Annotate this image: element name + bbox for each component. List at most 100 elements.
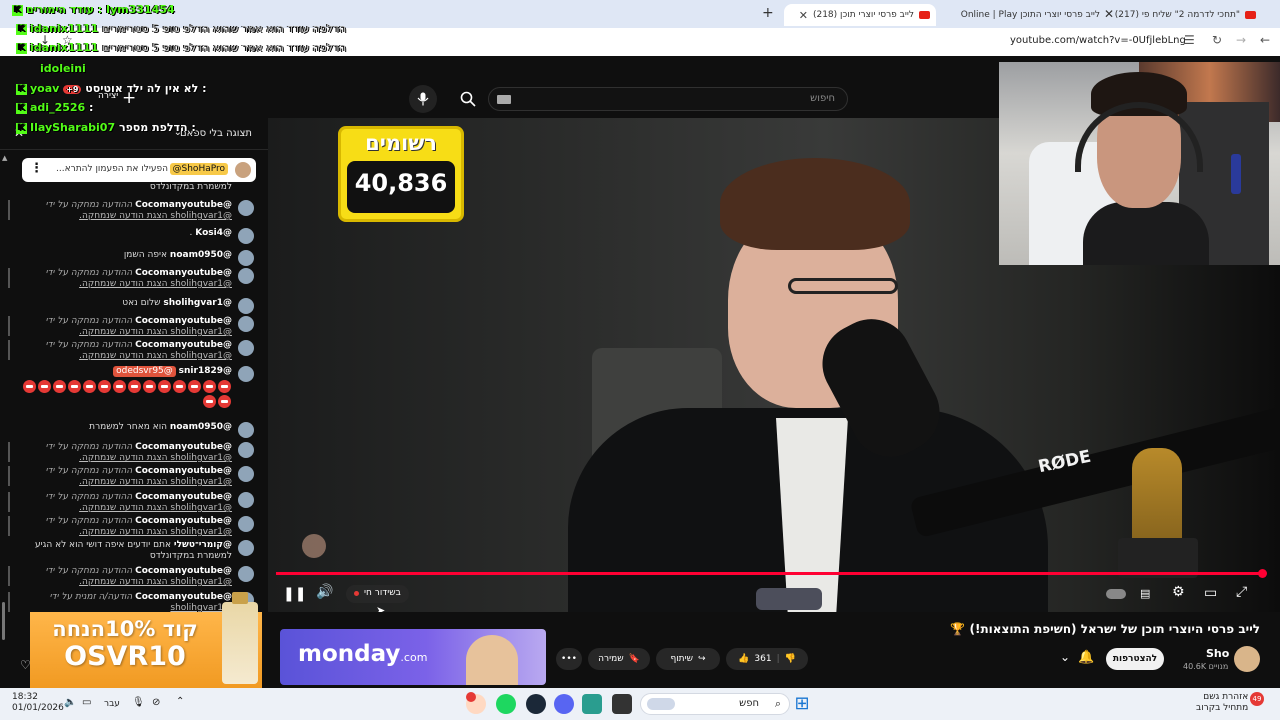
- new-tab-icon[interactable]: +: [762, 5, 774, 21]
- taskbar-search[interactable]: חפש ⌕: [640, 693, 790, 715]
- url-field[interactable]: youtube.com/watch?v=-0UfjlebLng: [1010, 35, 1186, 46]
- chat-author[interactable]: @Kosi4: [195, 228, 232, 238]
- chat-message[interactable]: @קומרי־טשלי אתם יודעים איפה דושי הוא לא …: [16, 540, 254, 562]
- chat-message[interactable]: למשמרת במקדונלדס: [16, 182, 252, 193]
- steam-icon[interactable]: [526, 694, 546, 714]
- browser-tab[interactable]: "תחכי לדרמה 2" שליח פי (217): [1112, 4, 1262, 26]
- sponsored-ad[interactable]: monday.com: [280, 629, 546, 685]
- chat-message[interactable]: @Cocomanyoutube ההודעה נמחקה על ידי @shol…: [8, 442, 254, 464]
- chevron-down-icon[interactable]: ⌄: [1060, 650, 1070, 664]
- chat-author[interactable]: @Cocomanyoutube: [135, 466, 232, 476]
- scrollbar-thumb[interactable]: [2, 602, 5, 640]
- language-indicator[interactable]: עבר: [104, 699, 120, 709]
- channel-name[interactable]: Sho: [1206, 647, 1229, 660]
- chat-message[interactable]: @Cocomanyoutube ההודעה נמחקה על ידי @shol…: [8, 466, 254, 488]
- thumbs-up-icon[interactable]: 👍: [738, 654, 749, 664]
- search-button[interactable]: [454, 85, 482, 113]
- settings-gear-icon[interactable]: ⚙: [1172, 584, 1185, 600]
- heart-icon[interactable]: ♡: [20, 658, 31, 672]
- windows-start-icon[interactable]: ⊞: [792, 694, 812, 714]
- chat-scrollbar[interactable]: ▲: [2, 154, 7, 644]
- browser-tab[interactable]: לייב פרסי יוצרי התוכן Online | Play: [956, 4, 1106, 26]
- chat-author[interactable]: @Cocomanyoutube: [135, 492, 232, 502]
- chat-subtext[interactable]: @sholihgvar1 הצגת הודעה שנמחקה.: [16, 211, 232, 222]
- chat-subtext[interactable]: @sholihgvar1 הצגת הודעה שנמחקה.: [16, 327, 232, 338]
- chat-message[interactable]: @sholihgvar1 שלום נאט: [16, 298, 254, 314]
- forward-icon[interactable]: →: [1236, 33, 1246, 47]
- wifi-off-icon[interactable]: ⊘: [152, 697, 160, 708]
- chat-subtext[interactable]: @sholihgvar1 הצגת הודעה שנמחקה.: [16, 577, 232, 588]
- save-button[interactable]: שמירה 🔖: [588, 648, 650, 670]
- share-button[interactable]: שיתוף ↪: [656, 648, 720, 670]
- tray-chevron-icon[interactable]: ⌃: [176, 696, 184, 707]
- reload-icon[interactable]: ↻: [1212, 33, 1222, 47]
- chat-message[interactable]: @Cocomanyoutube הודעה/ה זמנית על ידי@sho…: [8, 592, 254, 614]
- chat-author[interactable]: @Cocomanyoutube: [135, 268, 232, 278]
- theater-mode-icon[interactable]: ▭: [1204, 585, 1217, 601]
- voice-search-button[interactable]: [409, 85, 437, 113]
- live-progress-bar[interactable]: [276, 572, 1264, 575]
- browser-tab-active[interactable]: לייב פרסי יוצרי תוכן (218) ✕: [784, 4, 936, 26]
- notification-bell-icon[interactable]: 🔔: [1078, 650, 1094, 665]
- chat-author[interactable]: @sholihgvar1: [163, 298, 232, 308]
- chat-message[interactable]: @noam0950 איפה השמן: [16, 250, 254, 266]
- chat-author[interactable]: @Cocomanyoutube: [135, 566, 232, 576]
- volume-icon[interactable]: 🔊: [316, 584, 333, 600]
- discord-icon[interactable]: [554, 694, 574, 714]
- chat-subtext[interactable]: @sholihgvar1 הצגת הודעה שנמחקה.: [16, 503, 232, 514]
- autoplay-toggle[interactable]: [1106, 589, 1126, 599]
- chat-message[interactable]: @Cocomanyoutube ההודעה נמחקה על ידי @shol…: [8, 200, 254, 222]
- chat-message[interactable]: @Cocomanyoutube ההודעה נמחקה על ידי @shol…: [8, 268, 254, 290]
- scroll-up-icon[interactable]: ▲: [2, 154, 7, 162]
- pinned-message[interactable]: @ShoHaPro ...הפעילו את הפעמון להתרא ⋮: [22, 158, 256, 182]
- live-badge[interactable]: בשידור חי: [346, 585, 409, 603]
- keyboard-icon[interactable]: [497, 95, 511, 104]
- chat-author[interactable]: @noam0950: [170, 250, 232, 260]
- promo-banner[interactable]: קוד 10%הנחה OSVR10: [30, 592, 262, 688]
- search-box[interactable]: חיפוש: [488, 87, 848, 111]
- chat-subtext[interactable]: @sholihgvar1 הצגת הודעה שנמחקה.: [16, 453, 232, 464]
- chat-author[interactable]: @Cocomanyoutube: [135, 200, 232, 210]
- chat-message[interactable]: @noam0950 הוא מאחר למשמרת: [16, 422, 254, 438]
- more-options-icon[interactable]: ⋮: [30, 161, 43, 176]
- search-input[interactable]: חיפוש: [810, 93, 835, 104]
- chat-subtext[interactable]: @sholihgvar1 הצגת הודעה שנמחקה.: [16, 527, 232, 538]
- chat-message[interactable]: @Cocomanyoutube ההודעה נמחקה על ידי @shol…: [8, 492, 254, 514]
- chat-subtext[interactable]: @sholihgvar1 הצגת הודעה שנמחקה.: [16, 477, 232, 488]
- channel-avatar[interactable]: [1234, 646, 1260, 672]
- progress-scrubber[interactable]: [1258, 569, 1267, 578]
- subtitles-icon[interactable]: ▤: [1140, 587, 1150, 600]
- chat-author[interactable]: @Cocomanyoutube: [135, 516, 232, 526]
- chat-subtext[interactable]: @sholihgvar1 הצגת הודעה שנמחקה.: [16, 351, 232, 362]
- chrome-icon[interactable]: [582, 694, 602, 714]
- pause-icon[interactable]: ❚❚: [283, 586, 306, 602]
- chat-author[interactable]: @Cocomanyoutube: [135, 316, 232, 326]
- clock[interactable]: 18:32 01/01/2026: [12, 692, 64, 714]
- weather-widget[interactable]: אזהרת גשם מתחיל בקרוב: [1196, 692, 1248, 714]
- terminal-icon[interactable]: [612, 694, 632, 714]
- chat-author[interactable]: @snir1829: [179, 366, 232, 376]
- chat-author[interactable]: @Cocomanyoutube: [135, 592, 232, 602]
- like-dislike-group[interactable]: 👍 361 | 👎: [726, 648, 808, 670]
- chat-message[interactable]: @Cocomanyoutube ההודעה נמחקה על ידי @shol…: [8, 516, 254, 538]
- join-button[interactable]: להצטרפות: [1106, 648, 1164, 670]
- close-tab-icon[interactable]: ✕: [799, 9, 808, 22]
- chat-message[interactable]: @Kosi4 .: [16, 228, 254, 244]
- back-icon[interactable]: ←: [1260, 33, 1270, 47]
- chat-author[interactable]: @קומרי־טשלי: [174, 540, 232, 550]
- fullscreen-icon[interactable]: ⤢: [1236, 584, 1247, 600]
- spotify-icon[interactable]: [496, 694, 516, 714]
- microphone-tray-icon[interactable]: 🎙: [132, 697, 145, 708]
- network-tray-icon[interactable]: ▭: [82, 697, 91, 708]
- chat-message[interactable]: @Cocomanyoutube ההודעה נמחקה על ידי @shol…: [8, 316, 254, 338]
- thumbs-down-icon[interactable]: 👎: [785, 654, 796, 664]
- chat-message[interactable]: @snir1829 @odedsvr95: [16, 366, 254, 409]
- chat-subtext[interactable]: @sholihgvar1 הצגת הודעה שנמחקה.: [16, 279, 232, 290]
- chat-author[interactable]: @noam0950: [170, 422, 232, 432]
- volume-tray-icon[interactable]: 🔈: [64, 697, 76, 708]
- more-actions-icon[interactable]: •••: [556, 648, 582, 670]
- chat-author[interactable]: @Cocomanyoutube: [135, 340, 232, 350]
- chat-message[interactable]: @Cocomanyoutube ההודעה נמחקה על ידי @shol…: [8, 566, 254, 588]
- chat-message[interactable]: @Cocomanyoutube ההודעה נמחקה על ידי @shol…: [8, 340, 254, 362]
- chat-author[interactable]: @Cocomanyoutube: [135, 442, 232, 452]
